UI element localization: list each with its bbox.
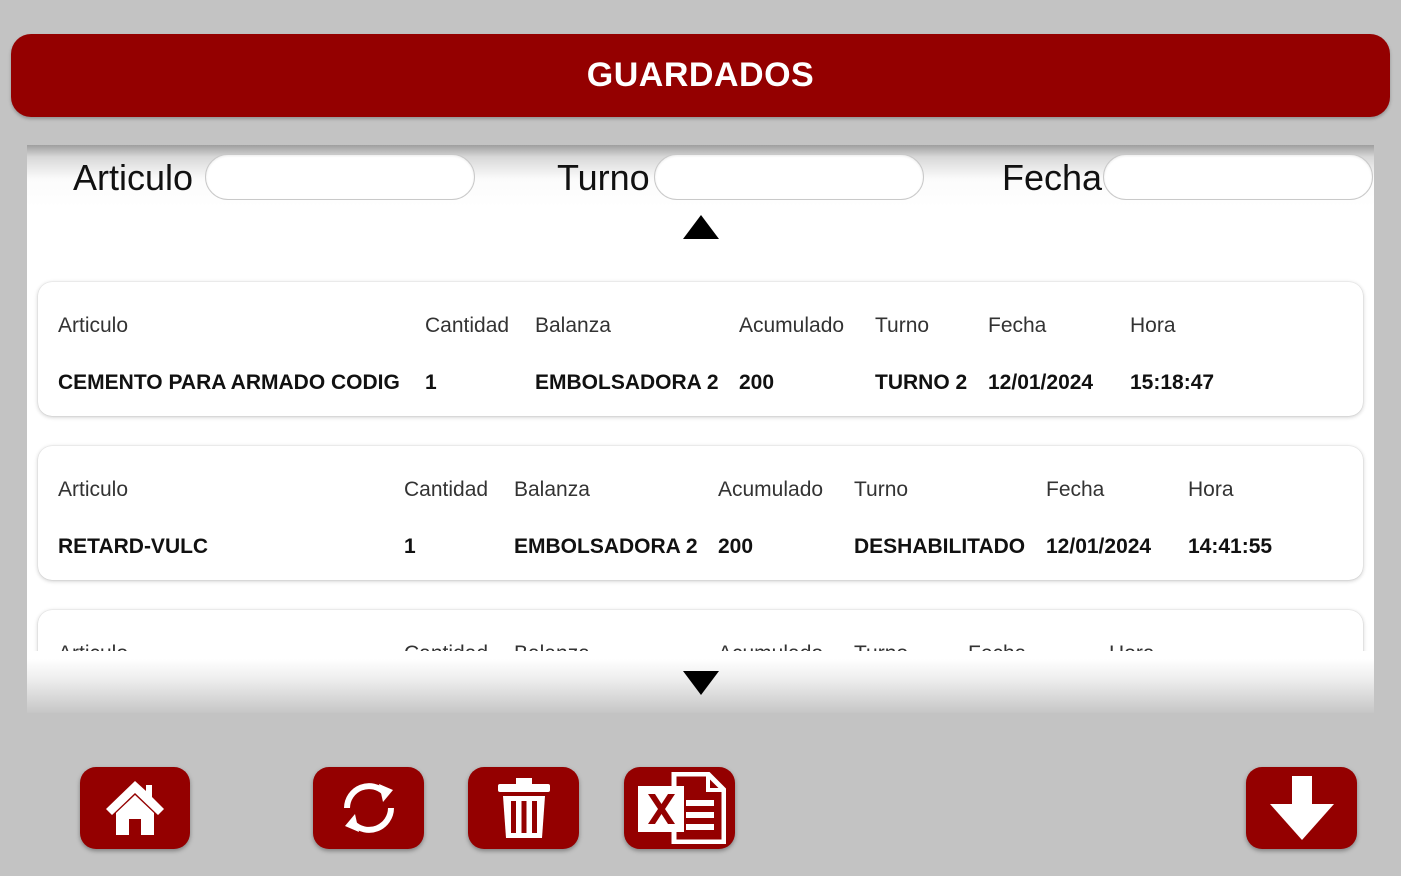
record-card[interactable]: Articulo Cantidad Balanza Acumulado Turn…: [38, 610, 1363, 651]
column-header-articulo: Articulo: [58, 314, 129, 337]
record-balanza: EMBOLSADORA 2: [514, 535, 698, 558]
column-header-acumulado: Acumulado: [718, 478, 824, 501]
delete-button[interactable]: [468, 767, 579, 849]
column-header-fecha: Fecha: [1046, 478, 1105, 501]
record-acumulado: 200: [739, 371, 775, 394]
column-header-acumulado: Acumulado: [739, 314, 845, 337]
records-list[interactable]: Articulo Cantidad Balanza Acumulado Turn…: [27, 271, 1374, 651]
arrow-down-icon: [1268, 774, 1336, 842]
filter-fecha-input[interactable]: [1103, 154, 1373, 200]
scroll-down-bar: [27, 659, 1374, 713]
column-header-turno: Turno: [854, 478, 909, 501]
records-panel: Articulo Turno Fecha Articulo Cantidad B…: [27, 145, 1374, 713]
column-header-articulo: Articulo: [58, 642, 128, 651]
page-title: GUARDADOS: [586, 56, 815, 94]
record-card[interactable]: Articulo Cantidad Balanza Acumulado Turn…: [38, 446, 1363, 580]
scroll-down-arrow-icon[interactable]: [683, 671, 719, 695]
record-balanza: EMBOLSADORA 2: [535, 371, 719, 394]
record-hora: 14:41:55: [1188, 535, 1273, 558]
download-button[interactable]: [1246, 767, 1357, 849]
column-header-balanza: Balanza: [514, 642, 590, 651]
record-articulo: CEMENTO PARA ARMADO CODIG: [58, 371, 400, 394]
record-acumulado: 200: [718, 535, 754, 558]
record-turno: TURNO 2: [875, 371, 968, 394]
record-hora: 15:18:47: [1130, 371, 1215, 394]
column-header-articulo: Articulo: [58, 478, 129, 501]
record-fecha: 12/01/2024: [1046, 535, 1152, 558]
column-header-cantidad: Cantidad: [404, 478, 489, 501]
column-header-balanza: Balanza: [514, 478, 590, 501]
column-header-turno: Turno: [854, 642, 908, 651]
record-cantidad: 1: [425, 371, 437, 394]
scroll-up-arrow-icon[interactable]: [683, 215, 719, 239]
refresh-button[interactable]: [313, 767, 424, 849]
header-bar: GUARDADOS: [11, 34, 1390, 117]
column-header-turno: Turno: [875, 314, 930, 337]
column-header-balanza: Balanza: [535, 314, 611, 337]
column-header-hora: Hora: [1188, 478, 1234, 501]
column-header-fecha: Fecha: [988, 314, 1047, 337]
export-excel-button[interactable]: [624, 767, 735, 849]
excel-icon: [634, 772, 726, 844]
trash-icon: [496, 776, 552, 840]
home-button[interactable]: [80, 767, 190, 849]
filter-articulo-label: Articulo: [73, 157, 194, 198]
record-articulo: RETARD-VULC: [58, 535, 209, 558]
column-header-cantidad: Cantidad: [425, 314, 510, 337]
column-header-acumulado: Acumulado: [718, 642, 823, 651]
column-header-cantidad: Cantidad: [404, 642, 488, 651]
column-header-hora: Hora: [1109, 642, 1155, 651]
filter-turno-label: Turno: [557, 157, 650, 198]
refresh-icon: [337, 778, 401, 838]
filter-fecha-label: Fecha: [1002, 157, 1103, 198]
record-card[interactable]: Articulo Cantidad Balanza Acumulado Turn…: [38, 282, 1363, 416]
record-turno: DESHABILITADO: [854, 535, 1026, 558]
filter-bar: Articulo Turno Fecha: [27, 145, 1374, 207]
record-cantidad: 1: [404, 535, 416, 558]
column-header-fecha: Fecha: [968, 642, 1026, 651]
record-fecha: 12/01/2024: [988, 371, 1094, 394]
filter-articulo-input[interactable]: [205, 154, 475, 200]
home-icon: [104, 777, 166, 839]
filter-turno-input[interactable]: [654, 154, 924, 200]
column-header-hora: Hora: [1130, 314, 1176, 337]
